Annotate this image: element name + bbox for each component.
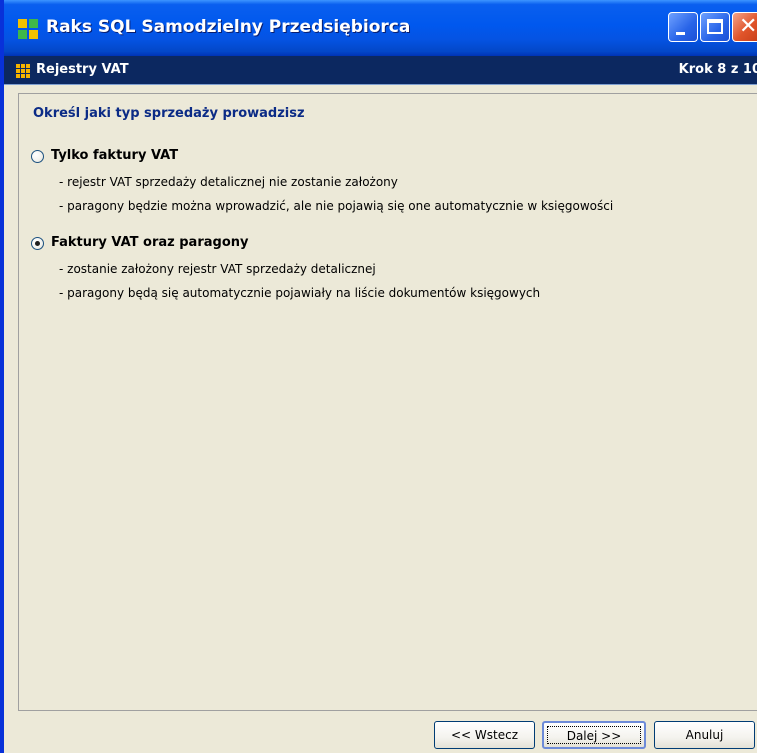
wizard-content-panel: Określ jaki typ sprzedaży prowadzisz Tyl… [18, 93, 757, 711]
minimize-button[interactable] [668, 12, 698, 42]
maximize-icon [707, 19, 723, 34]
minimize-icon [676, 32, 685, 35]
maximize-button[interactable] [700, 12, 730, 42]
radio-selected-dot [35, 241, 40, 246]
option-detail: - paragony będzie można wprowadzić, ale … [59, 199, 614, 213]
option-detail: - paragony będą się automatycznie pojawi… [59, 286, 541, 300]
window-title: Raks SQL Samodzielny Przedsiębiorca [46, 17, 411, 37]
grid-icon [16, 64, 30, 78]
wizard-header: Rejestry VAT Krok 8 z 10 [4, 56, 757, 85]
radio-only-vat-invoices[interactable] [31, 150, 44, 163]
radio-vat-and-receipts[interactable] [31, 237, 44, 250]
next-button[interactable]: Dalej >> [542, 721, 646, 749]
back-button[interactable]: << Wstecz [434, 721, 535, 749]
wizard-step-counter: Krok 8 z 10 [678, 62, 757, 77]
option-label[interactable]: Tylko faktury VAT [51, 148, 178, 163]
option-label[interactable]: Faktury VAT oraz paragony [51, 235, 248, 250]
option-detail: - rejestr VAT sprzedaży detalicznej nie … [59, 175, 398, 189]
close-button[interactable]: ✕ [732, 12, 757, 42]
cancel-button[interactable]: Anuluj [654, 721, 755, 749]
wizard-step-title: Rejestry VAT [36, 62, 129, 77]
close-icon: ✕ [739, 14, 757, 39]
option-detail: - zostanie założony rejestr VAT sprzedaż… [59, 262, 376, 276]
title-bar[interactable]: Raks SQL Samodzielny Przedsiębiorca ✕ [4, 0, 757, 56]
wizard-button-bar: << Wstecz Dalej >> Anuluj [4, 711, 757, 753]
next-button-label[interactable]: Dalej >> [547, 726, 641, 744]
question-heading: Określ jaki typ sprzedaży prowadzisz [33, 106, 305, 121]
app-tiles-icon [18, 19, 38, 39]
wizard-window: Raks SQL Samodzielny Przedsiębiorca ✕ Re… [0, 0, 757, 753]
